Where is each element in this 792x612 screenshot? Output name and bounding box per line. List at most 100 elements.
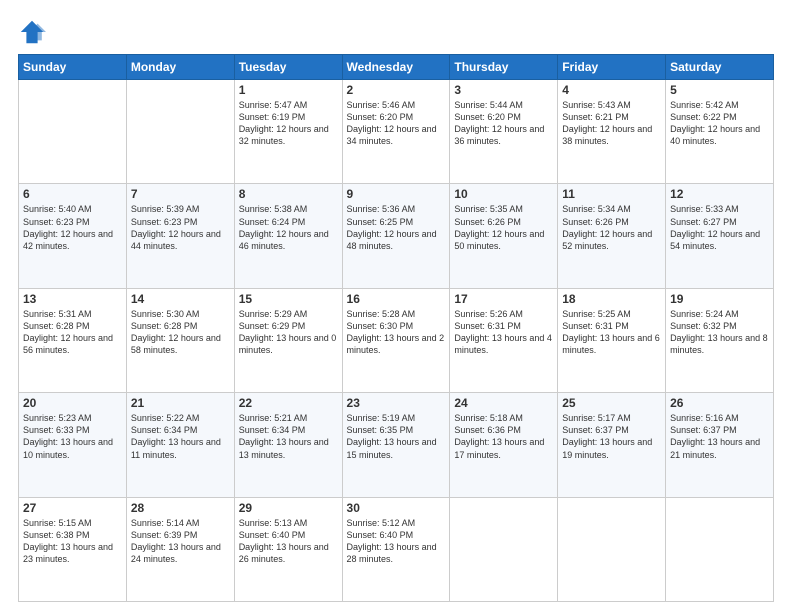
calendar-cell: 6 Sunrise: 5:40 AM Sunset: 6:23 PM Daylig… [19,184,127,288]
day-info: Sunrise: 5:40 AM Sunset: 6:23 PM Dayligh… [23,203,122,252]
day-info: Sunrise: 5:44 AM Sunset: 6:20 PM Dayligh… [454,99,553,148]
calendar-cell: 18 Sunrise: 5:25 AM Sunset: 6:31 PM Dayli… [558,288,666,392]
calendar-cell: 27 Sunrise: 5:15 AM Sunset: 6:38 PM Dayli… [19,497,127,601]
calendar-cell: 2 Sunrise: 5:46 AM Sunset: 6:20 PM Daylig… [342,80,450,184]
day-info: Sunrise: 5:36 AM Sunset: 6:25 PM Dayligh… [347,203,446,252]
day-number: 26 [670,396,769,410]
calendar-cell: 17 Sunrise: 5:26 AM Sunset: 6:31 PM Dayli… [450,288,558,392]
day-number: 30 [347,501,446,515]
day-info: Sunrise: 5:38 AM Sunset: 6:24 PM Dayligh… [239,203,338,252]
weekday-header-wednesday: Wednesday [342,55,450,80]
day-number: 16 [347,292,446,306]
calendar-week-4: 20 Sunrise: 5:23 AM Sunset: 6:33 PM Dayli… [19,393,774,497]
calendar-cell: 5 Sunrise: 5:42 AM Sunset: 6:22 PM Daylig… [666,80,774,184]
day-info: Sunrise: 5:18 AM Sunset: 6:36 PM Dayligh… [454,412,553,461]
calendar-week-5: 27 Sunrise: 5:15 AM Sunset: 6:38 PM Dayli… [19,497,774,601]
day-number: 9 [347,187,446,201]
day-number: 8 [239,187,338,201]
day-number: 28 [131,501,230,515]
day-number: 22 [239,396,338,410]
calendar-cell: 25 Sunrise: 5:17 AM Sunset: 6:37 PM Dayli… [558,393,666,497]
calendar-cell [126,80,234,184]
calendar-week-3: 13Sunrise: 5:31 AM Sunset: 6:28 PM Dayli… [19,288,774,392]
header [18,18,774,46]
day-info: Sunrise: 5:15 AM Sunset: 6:38 PM Dayligh… [23,517,122,566]
weekday-header-thursday: Thursday [450,55,558,80]
day-number: 20 [23,396,122,410]
day-number: 17 [454,292,553,306]
calendar-cell: 12 Sunrise: 5:33 AM Sunset: 6:27 PM Dayli… [666,184,774,288]
day-number: 29 [239,501,338,515]
calendar-cell [450,497,558,601]
calendar-cell: 3 Sunrise: 5:44 AM Sunset: 6:20 PM Daylig… [450,80,558,184]
calendar-cell [558,497,666,601]
calendar-cell: 22 Sunrise: 5:21 AM Sunset: 6:34 PM Dayli… [234,393,342,497]
day-info: Sunrise: 5:13 AM Sunset: 6:40 PM Dayligh… [239,517,338,566]
day-info: Sunrise: 5:29 AM Sunset: 6:29 PM Dayligh… [239,308,338,357]
day-info: Sunrise: 5:14 AM Sunset: 6:39 PM Dayligh… [131,517,230,566]
day-number: 3 [454,83,553,97]
day-info: Sunrise: 5:12 AM Sunset: 6:40 PM Dayligh… [347,517,446,566]
day-number: 4 [562,83,661,97]
calendar-cell: 8 Sunrise: 5:38 AM Sunset: 6:24 PM Daylig… [234,184,342,288]
day-number: 5 [670,83,769,97]
calendar-cell: 1 Sunrise: 5:47 AM Sunset: 6:19 PM Daylig… [234,80,342,184]
day-number: 10 [454,187,553,201]
weekday-header-tuesday: Tuesday [234,55,342,80]
day-number: 25 [562,396,661,410]
calendar-cell: 29 Sunrise: 5:13 AM Sunset: 6:40 PM Dayli… [234,497,342,601]
calendar-cell: 10Sunrise: 5:35 AM Sunset: 6:26 PM Dayli… [450,184,558,288]
day-info: Sunrise: 5:43 AM Sunset: 6:21 PM Dayligh… [562,99,661,148]
day-info: Sunrise: 5:23 AM Sunset: 6:33 PM Dayligh… [23,412,122,461]
weekday-header-friday: Friday [558,55,666,80]
day-number: 2 [347,83,446,97]
weekday-header-saturday: Saturday [666,55,774,80]
day-number: 24 [454,396,553,410]
day-info: Sunrise: 5:30 AM Sunset: 6:28 PM Dayligh… [131,308,230,357]
day-info: Sunrise: 5:42 AM Sunset: 6:22 PM Dayligh… [670,99,769,148]
calendar-cell: 19 Sunrise: 5:24 AM Sunset: 6:32 PM Dayli… [666,288,774,392]
calendar-cell: 11 Sunrise: 5:34 AM Sunset: 6:26 PM Dayli… [558,184,666,288]
day-number: 12 [670,187,769,201]
day-number: 14 [131,292,230,306]
day-info: Sunrise: 5:34 AM Sunset: 6:26 PM Dayligh… [562,203,661,252]
calendar-week-2: 6 Sunrise: 5:40 AM Sunset: 6:23 PM Daylig… [19,184,774,288]
day-number: 1 [239,83,338,97]
day-info: Sunrise: 5:31 AM Sunset: 6:28 PM Dayligh… [23,308,122,357]
calendar-week-1: 1 Sunrise: 5:47 AM Sunset: 6:19 PM Daylig… [19,80,774,184]
day-info: Sunrise: 5:28 AM Sunset: 6:30 PM Dayligh… [347,308,446,357]
day-info: Sunrise: 5:22 AM Sunset: 6:34 PM Dayligh… [131,412,230,461]
weekday-header-row: SundayMondayTuesdayWednesdayThursdayFrid… [19,55,774,80]
calendar-cell: 23Sunrise: 5:19 AM Sunset: 6:35 PM Dayli… [342,393,450,497]
day-number: 19 [670,292,769,306]
calendar-cell: 13Sunrise: 5:31 AM Sunset: 6:28 PM Dayli… [19,288,127,392]
day-number: 11 [562,187,661,201]
day-info: Sunrise: 5:24 AM Sunset: 6:32 PM Dayligh… [670,308,769,357]
calendar-table: SundayMondayTuesdayWednesdayThursdayFrid… [18,54,774,602]
day-number: 6 [23,187,122,201]
calendar-cell: 24 Sunrise: 5:18 AM Sunset: 6:36 PM Dayli… [450,393,558,497]
calendar-cell: 7Sunrise: 5:39 AM Sunset: 6:23 PM Daylig… [126,184,234,288]
day-info: Sunrise: 5:21 AM Sunset: 6:34 PM Dayligh… [239,412,338,461]
day-number: 7 [131,187,230,201]
weekday-header-sunday: Sunday [19,55,127,80]
day-number: 23 [347,396,446,410]
calendar-cell: 15Sunrise: 5:29 AM Sunset: 6:29 PM Dayli… [234,288,342,392]
day-number: 18 [562,292,661,306]
calendar-cell: 9 Sunrise: 5:36 AM Sunset: 6:25 PM Daylig… [342,184,450,288]
logo [18,18,50,46]
calendar-cell: 20 Sunrise: 5:23 AM Sunset: 6:33 PM Dayli… [19,393,127,497]
calendar-cell: 26Sunrise: 5:16 AM Sunset: 6:37 PM Dayli… [666,393,774,497]
day-number: 27 [23,501,122,515]
day-number: 21 [131,396,230,410]
day-info: Sunrise: 5:25 AM Sunset: 6:31 PM Dayligh… [562,308,661,357]
calendar-cell: 4 Sunrise: 5:43 AM Sunset: 6:21 PM Daylig… [558,80,666,184]
day-info: Sunrise: 5:47 AM Sunset: 6:19 PM Dayligh… [239,99,338,148]
day-info: Sunrise: 5:26 AM Sunset: 6:31 PM Dayligh… [454,308,553,357]
calendar-cell: 16 Sunrise: 5:28 AM Sunset: 6:30 PM Dayli… [342,288,450,392]
day-info: Sunrise: 5:46 AM Sunset: 6:20 PM Dayligh… [347,99,446,148]
day-info: Sunrise: 5:17 AM Sunset: 6:37 PM Dayligh… [562,412,661,461]
calendar-cell: 14 Sunrise: 5:30 AM Sunset: 6:28 PM Dayli… [126,288,234,392]
day-info: Sunrise: 5:33 AM Sunset: 6:27 PM Dayligh… [670,203,769,252]
calendar-cell: 28 Sunrise: 5:14 AM Sunset: 6:39 PM Dayli… [126,497,234,601]
